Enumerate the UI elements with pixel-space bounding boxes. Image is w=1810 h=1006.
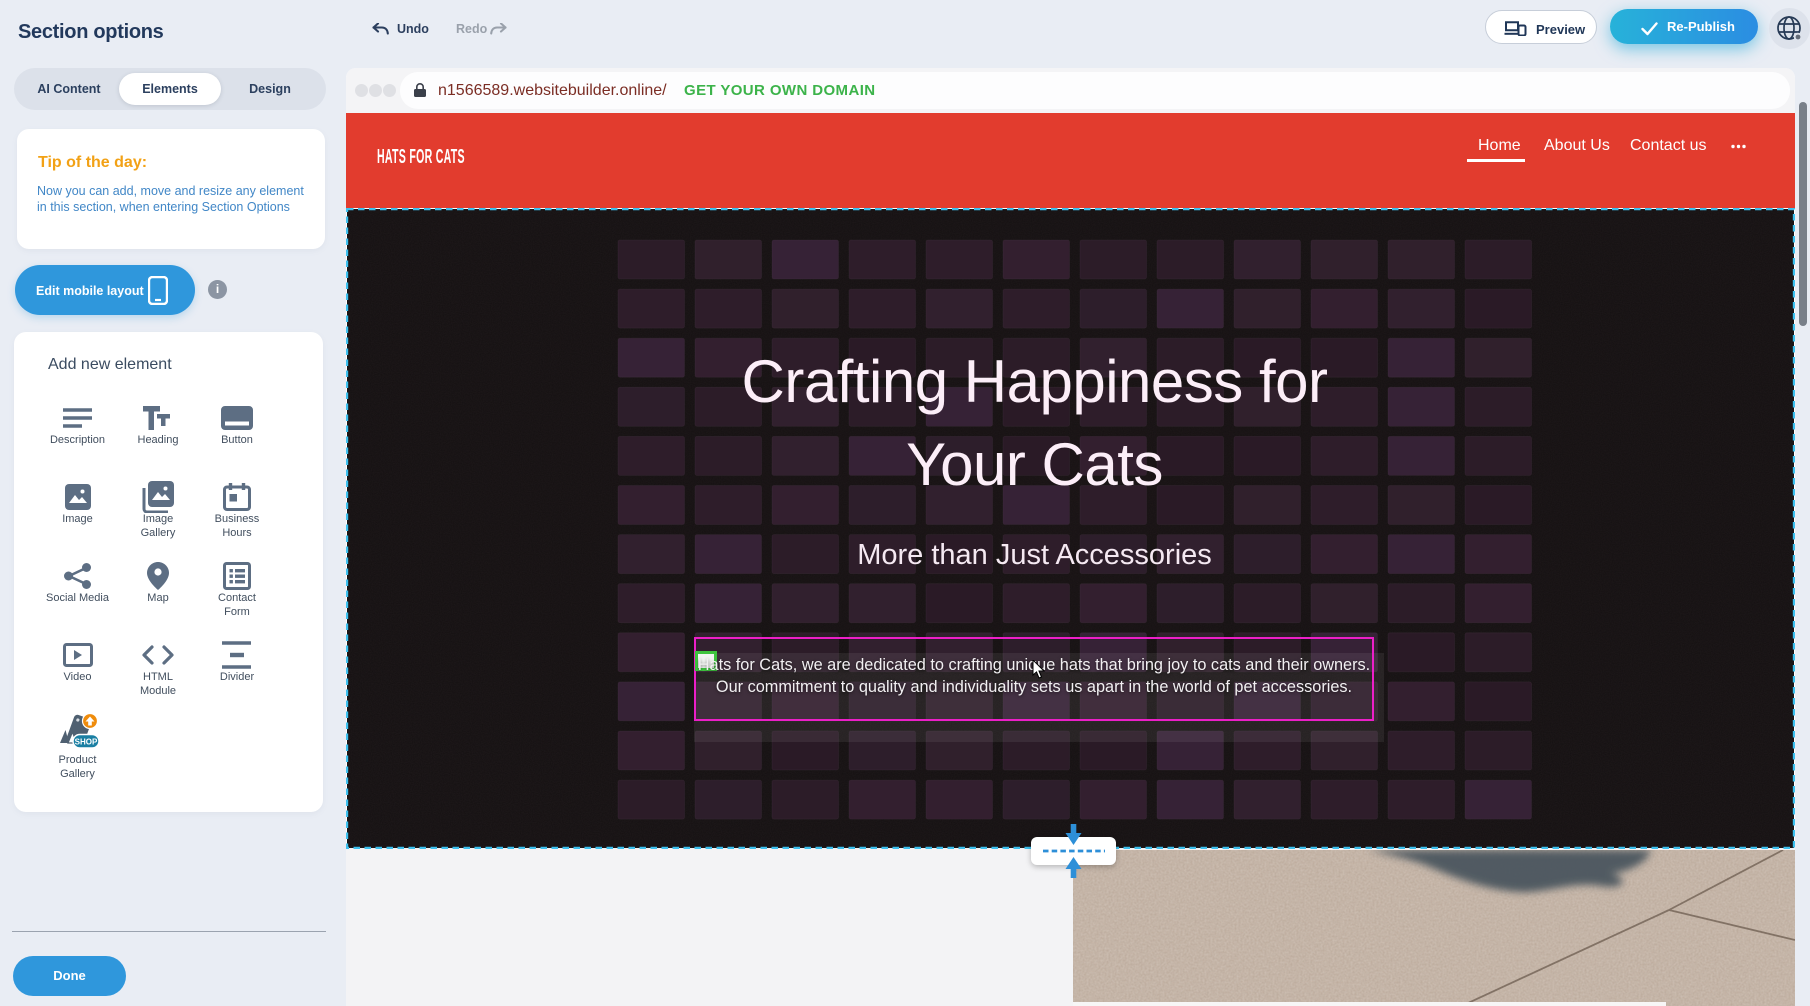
svg-text:SHOP: SHOP (74, 738, 97, 747)
